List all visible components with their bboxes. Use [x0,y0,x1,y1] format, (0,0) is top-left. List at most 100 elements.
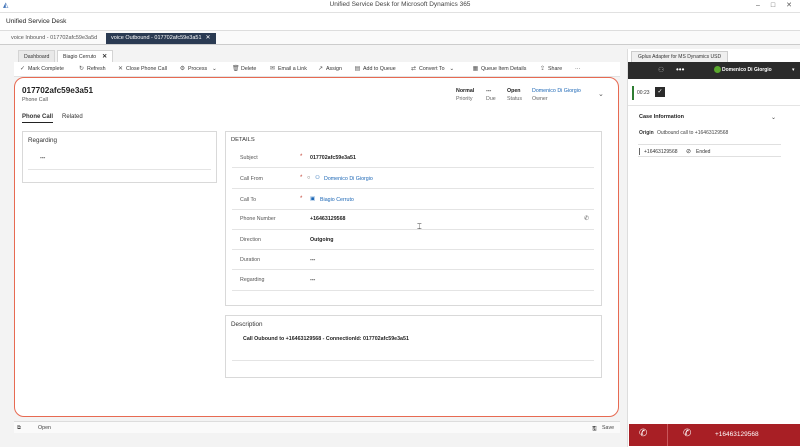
delete-button[interactable]: 🗑Delete [232,62,256,77]
session-tab-label: voice Inbound - 017702afc59e3a5d [11,35,98,41]
adapter-tab[interactable]: Gplus Adapter for MS Dynamics USD [631,51,729,62]
tab-phone-call[interactable]: Phone Call [22,114,54,123]
process-button[interactable]: ⚙ Process ⌄ [179,62,217,77]
button-label: Email a Link [278,66,307,72]
status-label: Status [507,96,523,102]
chevron-down-icon[interactable]: ▾ [792,67,795,73]
convert-to-button[interactable]: ⇄ Convert To ⌄ [410,62,454,77]
session-tabs: voice Inbound - 017702afc59e3a5d voice O… [0,31,800,45]
direction-label: Direction [240,237,261,243]
tab-dashboard[interactable]: Dashboard [18,50,56,62]
button-label: Share [548,66,563,72]
hangup-phone-icon[interactable]: ✆ [683,428,691,439]
subject-field[interactable]: 017702afc59e3a51 [310,155,356,161]
add-to-queue-button[interactable]: ▤ Add to Queue [354,62,396,77]
regarding-label: Regarding [240,277,265,283]
session-tab-outbound[interactable]: voice Outbound - 017702afc59e3a51 ✕ [106,33,216,44]
share-icon: ⇪ [539,66,546,72]
close-tab-icon[interactable]: ✕ [206,35,211,41]
priority-value: Normal [456,88,475,94]
collapse-chevron-icon[interactable]: ⌄ [771,114,776,121]
button-label: Queue Item Details [481,66,527,72]
button-label: Assign [326,66,342,72]
regarding-section-value[interactable]: --- [40,155,45,161]
required-icon: * [300,175,303,181]
call-from-link[interactable]: Domenico Di Giorgio [324,176,373,182]
queue-item-details-button[interactable]: ▦ Queue Item Details [472,62,527,77]
required-icon: * [300,154,303,160]
status-value: Open [507,88,521,94]
required-icon: * [300,196,303,202]
process-icon: ⚙ [179,66,186,72]
convert-icon: ⇄ [410,66,417,72]
queue-icon: ▤ [354,66,361,72]
chevron-down-icon: ⌄ [212,66,217,72]
tab-biagio-cerruto[interactable]: Biagio Cerruto ✕ [57,50,114,62]
more-options-icon[interactable]: ••• [676,65,684,74]
contacts-icon[interactable]: ⚇ [658,66,664,74]
popout-icon[interactable]: ⧉ [17,425,21,432]
mark-complete-button[interactable]: ✓ Mark Complete [19,62,64,77]
regarding-section-title: Regarding [28,137,58,144]
tab-label: Dashboard [24,54,50,60]
window-title: Unified Service Desk for Microsoft Dynam… [329,1,471,8]
priority-label: Priority [456,96,473,102]
call-history-row[interactable]: +16463129568 ⊘ Ended [638,144,781,157]
record-title: 017702afc59e3a51 [22,86,94,95]
agent-name[interactable]: Domenico Di Giorgio [722,67,772,73]
details-section [225,131,602,306]
session-tab-inbound[interactable]: voice Inbound - 017702afc59e3a5d [6,33,102,44]
divider [232,209,594,210]
share-button[interactable]: ⇪ Share [539,62,562,77]
direction-field[interactable]: Outgoing [310,237,334,243]
button-label: Mark Complete [28,66,64,72]
email-link-button[interactable]: ✉ Email a Link [269,62,307,77]
agent-status-ready-icon[interactable] [714,66,721,73]
call-to-link[interactable]: Biagio Cerruto [320,197,354,203]
app-tabs: Dashboard Biagio Cerruto ✕ [14,50,620,62]
divider [232,229,594,230]
subject-label: Subject [240,155,258,161]
save-button[interactable]: Save [602,425,614,431]
close-phone-call-button[interactable]: ✕ Close Phone Call [117,62,167,77]
duration-field[interactable]: --- [310,257,315,263]
phone-number-field[interactable]: +16463129568 [310,216,346,222]
assign-button[interactable]: ↗ Assign [317,62,342,77]
button-label: ··· [575,66,581,72]
refresh-icon: ↻ [78,66,85,72]
button-label: Convert To [419,66,445,72]
phone-icon[interactable]: ✆ [584,215,589,222]
origin-label: Origin [639,130,654,136]
phone-number-label: Phone Number [240,216,276,222]
description-field[interactable]: Call Oubound to +16463129568 - Connectio… [243,336,409,342]
ended-call-icon: ⊘ [686,149,692,155]
user-icon: ⚇ [315,175,320,181]
minimize-icon[interactable]: – [752,0,764,12]
more-commands-button[interactable]: ··· [575,62,580,77]
button-label: Close Phone Call [126,66,167,72]
expand-header-chevron-icon[interactable]: ⌄ [598,90,604,98]
chevron-down-icon: ⌄ [449,66,454,72]
close-icon[interactable]: ✕ [783,0,795,12]
duration-label: Duration [240,257,261,263]
due-field: --- Due [486,88,496,102]
call-to-label: Call To [240,197,257,203]
owner-label: Owner [532,96,548,102]
mark-done-button[interactable]: ✓ [655,87,665,97]
tab-label: Biagio Cerruto [63,54,97,60]
trash-icon: 🗑 [232,66,240,72]
refresh-button[interactable]: ↻ Refresh [78,62,106,77]
session-tab-label: voice Outbound - 017702afc59e3a51 [111,35,202,41]
tab-related[interactable]: Related [62,114,83,120]
contact-card-icon: ▣ [310,196,316,202]
regarding-field[interactable]: --- [310,277,315,283]
owner-link[interactable]: Domenico Di Giorgio [532,88,581,94]
close-tab-icon[interactable]: ✕ [102,54,107,60]
adapter-tab-label: Gplus Adapter for MS Dynamics USD [638,54,722,60]
due-value: --- [486,88,492,94]
save-icon[interactable]: 🖫 [592,425,597,434]
divider [232,290,594,291]
case-information-title: Case Information [639,114,684,120]
phone-icon[interactable]: ✆ [639,428,647,439]
maximize-icon[interactable]: □ [767,0,779,12]
